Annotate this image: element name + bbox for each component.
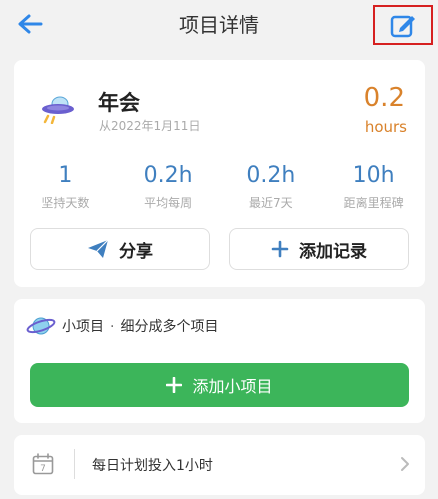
- stat-value: 0.2h: [143, 163, 193, 188]
- add-record-button[interactable]: 添加记录: [229, 228, 409, 270]
- calendar-day: 7: [40, 464, 46, 474]
- stat-label: 坚持天数: [41, 196, 90, 210]
- stat-label: 平均每周: [144, 196, 193, 210]
- edit-button[interactable]: [373, 5, 433, 45]
- stats-row: 1 坚持天数 0.2h 平均每周 0.2h 最近7天 10h 距离里程碑: [14, 162, 425, 212]
- stat-streak-days: 1 坚持天数: [14, 162, 117, 212]
- share-label: 分享: [119, 241, 153, 262]
- add-record-label: 添加记录: [299, 241, 367, 262]
- subprojects-subtitle: 细分成多个项目: [120, 319, 219, 335]
- project-summary-card: 年会 从2022年1月11日 0.2 hours 1 坚持天数 0.2h 平均每…: [14, 60, 425, 287]
- share-button[interactable]: 分享: [30, 228, 210, 270]
- stat-value: 0.2h: [246, 163, 296, 188]
- ufo-icon: [42, 96, 74, 124]
- stat-weekly-average: 0.2h 平均每周: [117, 162, 220, 212]
- stat-value: 10h: [352, 163, 395, 188]
- daily-plan-row[interactable]: 7 每日计划投入1小时: [14, 435, 425, 495]
- planet-icon: [26, 317, 56, 335]
- subprojects-header: 小项目 · 细分成多个项目: [62, 316, 218, 336]
- add-subproject-label: 添加小项目: [192, 377, 273, 396]
- divider: [74, 449, 75, 479]
- paper-plane-icon: [88, 239, 109, 258]
- plus-icon: [271, 240, 289, 258]
- stat-label: 距离里程碑: [343, 196, 404, 210]
- project-name: 年会: [98, 91, 140, 115]
- plus-icon: [166, 377, 183, 393]
- chevron-right-icon: [401, 457, 409, 471]
- subprojects-card: 小项目 · 细分成多个项目 添加小项目: [14, 299, 425, 423]
- project-start-date: 从2022年1月11日: [99, 119, 201, 133]
- add-subproject-button[interactable]: 添加小项目: [30, 363, 409, 407]
- stat-last-7-days: 0.2h 最近7天: [220, 162, 323, 212]
- total-hours-unit: hours: [364, 118, 407, 136]
- separator-dot: ·: [110, 319, 115, 335]
- total-hours-value: 0.2: [363, 83, 405, 113]
- daily-plan-text: 每日计划投入1小时: [92, 458, 213, 474]
- subprojects-title: 小项目: [62, 319, 104, 335]
- edit-icon: [390, 15, 415, 38]
- stat-value: 1: [58, 163, 73, 188]
- calendar-icon: 7: [32, 453, 54, 475]
- stat-to-milestone: 10h 距离里程碑: [322, 162, 425, 212]
- header: 项目详情: [0, 0, 438, 48]
- stat-label: 最近7天: [249, 196, 293, 210]
